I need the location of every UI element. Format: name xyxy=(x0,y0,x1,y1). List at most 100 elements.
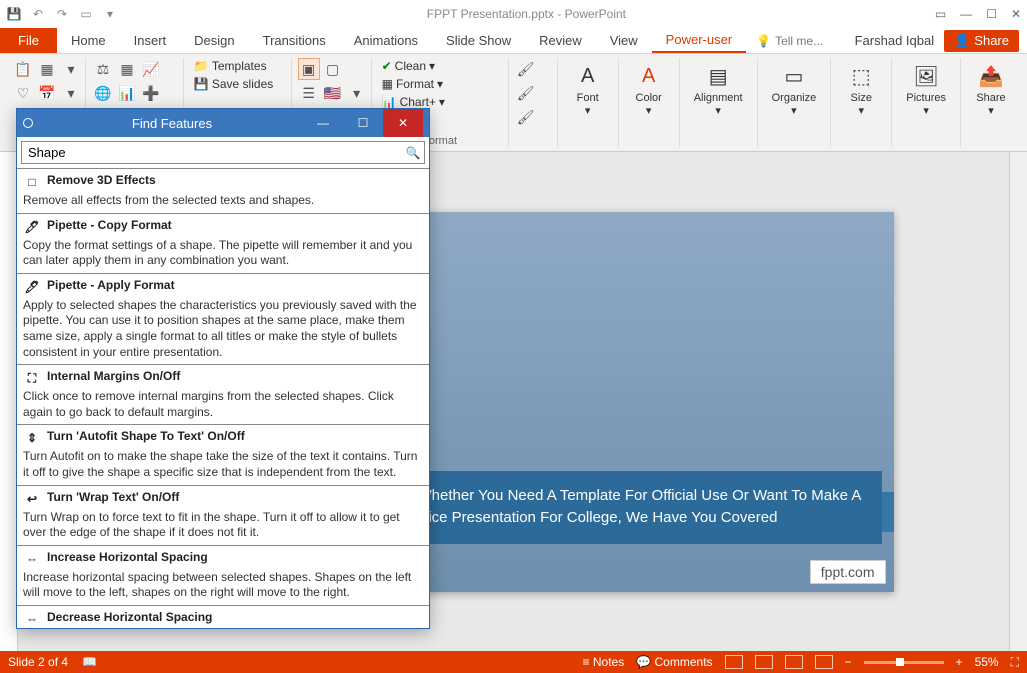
tab-insert[interactable]: Insert xyxy=(120,28,181,53)
share-ribbon-button[interactable]: 📤Share▾ xyxy=(967,58,1015,119)
sorter-view-icon[interactable] xyxy=(755,655,773,669)
brush2-icon[interactable]: 🖌 xyxy=(515,82,537,104)
normal-view-icon[interactable] xyxy=(725,655,743,669)
table-icon[interactable]: ▦ xyxy=(116,58,138,80)
calendar-icon[interactable]: 📅 xyxy=(36,82,58,104)
qat-dropdown-icon[interactable]: ▾ xyxy=(102,6,118,22)
feature-description: Remove all effects from the selected tex… xyxy=(23,193,423,209)
feature-title: Decrease Horizontal Spacing xyxy=(47,610,212,624)
dropdown-icon[interactable]: ▾ xyxy=(346,82,368,104)
save-icon[interactable]: 💾 xyxy=(6,6,22,22)
format-icon: ▦ xyxy=(382,77,393,91)
feature-description: Click once to remove internal margins fr… xyxy=(23,389,423,420)
tab-design[interactable]: Design xyxy=(180,28,248,53)
color-button[interactable]: AColor▾ xyxy=(625,58,673,119)
person-icon: 👤 xyxy=(954,33,970,49)
user-name[interactable]: Farshad Iqbal xyxy=(855,33,935,48)
redo-icon[interactable]: ↷ xyxy=(54,6,70,22)
minimize-icon[interactable]: — xyxy=(960,7,972,21)
dropdown-icon[interactable]: ▾ xyxy=(60,82,82,104)
undo-icon[interactable]: ↶ xyxy=(30,6,46,22)
size-button[interactable]: ⬚Size▾ xyxy=(837,58,885,119)
notes-button[interactable]: ≡ Notes xyxy=(583,655,625,669)
tab-file[interactable]: File xyxy=(0,28,57,53)
close-icon[interactable]: ✕ xyxy=(1011,7,1021,21)
dropdown-icon[interactable]: ▾ xyxy=(60,58,82,80)
share-button[interactable]: 👤Share xyxy=(944,30,1019,52)
bar-chart-icon[interactable]: 📊 xyxy=(116,82,138,104)
align-left-icon[interactable]: ▣ xyxy=(298,58,320,80)
layout-icon[interactable]: ▦ xyxy=(36,58,58,80)
vertical-scrollbar[interactable] xyxy=(1009,152,1027,651)
pictures-button[interactable]: 🖼Pictures▾ xyxy=(898,58,954,119)
format-button[interactable]: ▦Format ▾ xyxy=(378,76,449,92)
zoom-out-button[interactable]: − xyxy=(845,655,852,669)
list-icon[interactable]: ☰ xyxy=(298,82,320,104)
fit-window-icon[interactable]: ⛶ xyxy=(1011,655,1019,670)
templates-button[interactable]: 📁Templates xyxy=(190,58,277,74)
tab-animations[interactable]: Animations xyxy=(340,28,432,53)
align-center-icon[interactable]: ▢ xyxy=(322,58,344,80)
tab-review[interactable]: Review xyxy=(525,28,596,53)
size-icon: ⬚ xyxy=(845,60,877,92)
organize-button[interactable]: ▭Organize▾ xyxy=(764,58,825,119)
tab-home[interactable]: Home xyxy=(57,28,120,53)
feature-icon: 🖊 xyxy=(23,278,41,296)
feature-item[interactable]: ⇕Turn 'Autofit Shape To Text' On/OffTurn… xyxy=(17,425,429,485)
tab-transitions[interactable]: Transitions xyxy=(249,28,340,53)
alignment-button[interactable]: ▤Alignment▾ xyxy=(686,58,751,119)
feature-item[interactable]: 🖊Pipette - Apply FormatApply to selected… xyxy=(17,274,429,365)
maximize-icon[interactable]: ☐ xyxy=(986,7,997,21)
search-icon[interactable]: 🔍 xyxy=(402,142,424,163)
zoom-level[interactable]: 55% xyxy=(975,655,999,669)
brush-icon[interactable]: 🖌 xyxy=(515,58,537,80)
feature-icon: ⇔ xyxy=(23,550,41,568)
globe-icon[interactable]: 🌐 xyxy=(92,82,114,104)
start-icon[interactable]: ▭ xyxy=(78,6,94,22)
zoom-in-button[interactable]: + xyxy=(956,655,963,669)
agenda-icon[interactable]: 📋 xyxy=(12,58,34,80)
feature-item[interactable]: ⇔Decrease Horizontal SpacingDecrease hor… xyxy=(17,606,429,628)
saveslides-button[interactable]: 💾Save slides xyxy=(190,76,277,92)
tab-slideshow[interactable]: Slide Show xyxy=(432,28,525,53)
dialog-maximize-icon[interactable]: ☐ xyxy=(343,116,383,130)
flag-icon[interactable]: 🇺🇸 xyxy=(322,82,344,104)
clean-button[interactable]: ✔Clean ▾ xyxy=(378,58,449,74)
feature-item[interactable]: 🖊Pipette - Copy FormatCopy the format se… xyxy=(17,214,429,274)
font-button[interactable]: AFont▾ xyxy=(564,58,612,119)
dialog-titlebar[interactable]: Find Features — ☐ ✕ xyxy=(17,109,429,137)
ribbon-options-icon[interactable]: ▭ xyxy=(935,7,946,21)
feature-item[interactable]: ↩Turn 'Wrap Text' On/OffTurn Wrap on to … xyxy=(17,486,429,546)
plus-icon[interactable]: ➕ xyxy=(140,82,162,104)
brush3-icon[interactable]: 🖌 xyxy=(515,106,537,128)
heart-icon[interactable]: ♡ xyxy=(12,82,34,104)
search-input[interactable] xyxy=(22,142,402,163)
chart-icon: 📊 xyxy=(382,95,397,109)
scales-icon[interactable]: ⚖ xyxy=(92,58,114,80)
reading-view-icon[interactable] xyxy=(785,655,803,669)
comments-button[interactable]: 💬 Comments xyxy=(636,655,712,669)
templates-icon: 📁 xyxy=(194,59,209,73)
dialog-minimize-icon[interactable]: — xyxy=(303,116,343,130)
tell-me-search[interactable]: 💡Tell me... xyxy=(756,34,823,48)
quick-access-toolbar: 💾 ↶ ↷ ▭ ▾ xyxy=(6,6,118,22)
spellcheck-icon[interactable]: 📖 xyxy=(82,655,97,669)
feature-list[interactable]: □Remove 3D EffectsRemove all effects fro… xyxy=(17,168,429,628)
dialog-title-text: Find Features xyxy=(41,116,303,131)
slideshow-view-icon[interactable] xyxy=(815,655,833,669)
tab-view[interactable]: View xyxy=(596,28,652,53)
feature-item[interactable]: ⇔Increase Horizontal SpacingIncrease hor… xyxy=(17,546,429,606)
feature-icon: ↩ xyxy=(23,490,41,508)
feature-description: Increase horizontal spacing between sele… xyxy=(23,570,423,601)
chart-icon[interactable]: 📈 xyxy=(140,58,162,80)
zoom-slider[interactable] xyxy=(864,661,944,664)
find-features-dialog: Find Features — ☐ ✕ 🔍 □Remove 3D Effects… xyxy=(16,108,430,629)
feature-item[interactable]: ⛶Internal Margins On/OffClick once to re… xyxy=(17,365,429,425)
check-icon: ✔ xyxy=(382,59,392,73)
slide-counter[interactable]: Slide 2 of 4 xyxy=(8,655,68,669)
tab-poweruser[interactable]: Power-user xyxy=(652,28,746,53)
feature-title: Internal Margins On/Off xyxy=(47,369,180,383)
dialog-close-button[interactable]: ✕ xyxy=(383,109,423,137)
feature-item[interactable]: □Remove 3D EffectsRemove all effects fro… xyxy=(17,169,429,214)
feature-icon: ⇕ xyxy=(23,429,41,447)
